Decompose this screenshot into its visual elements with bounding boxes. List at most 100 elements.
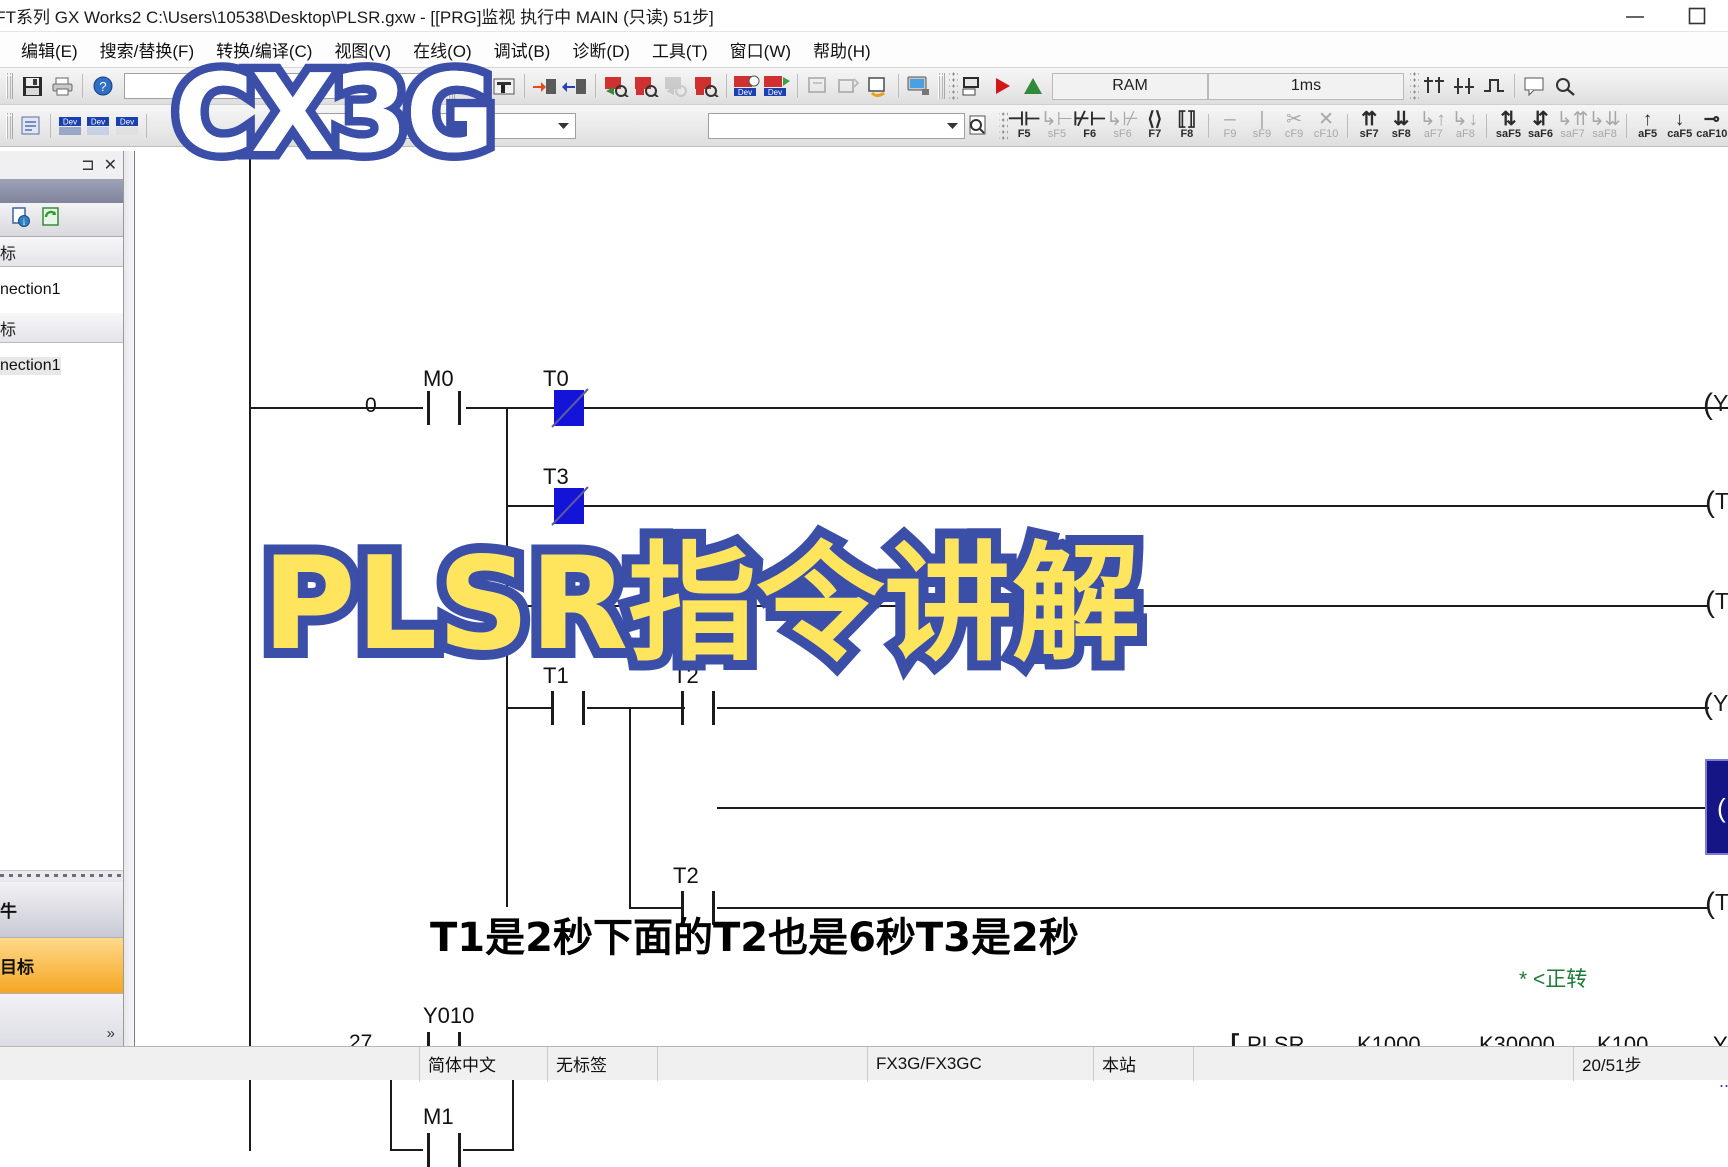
contact-t1[interactable]: [545, 691, 591, 725]
fkey-contact-nc[interactable]: ⊬⊢ F6: [1073, 106, 1106, 146]
device-find-combo[interactable]: [291, 112, 576, 139]
stop-icon[interactable]: [1018, 72, 1048, 101]
contact-t0-no[interactable]: [545, 589, 591, 623]
edit-rung-icon[interactable]: [1419, 72, 1449, 101]
write-to-plc-icon[interactable]: >: [459, 72, 489, 101]
fkey-hline[interactable]: — F9: [1214, 106, 1246, 146]
coil-t2-selected[interactable]: K60 T2 ( ) 0: [1705, 759, 1728, 855]
download-to-plc-icon[interactable]: [530, 72, 560, 101]
ladder-canvas[interactable]: 0 M0 T0 (Y010 ) T3: [134, 151, 1728, 1167]
fkey-vline[interactable]: | sF9: [1246, 106, 1278, 146]
comment-edit-icon[interactable]: [1520, 72, 1550, 101]
fkey-delete-hline[interactable]: ✂ cF9: [1278, 106, 1310, 146]
toolbar-grip-2[interactable]: [448, 73, 455, 99]
chevron-down-icon-2[interactable]: [945, 118, 960, 133]
device-comment-icon-2[interactable]: Dev: [84, 111, 112, 140]
help-icon[interactable]: ?: [88, 72, 118, 101]
contact-t3-nc-active[interactable]: [551, 486, 589, 526]
menu-item-edit[interactable]: 编辑(E): [10, 35, 89, 64]
coil-y011[interactable]: (Y011: [1703, 690, 1728, 720]
fkey-invert-operation[interactable]: ⊸ caF10: [1696, 106, 1728, 146]
find-device-icon[interactable]: [965, 111, 993, 140]
toolbar-handle-dots-2[interactable]: [1410, 71, 1419, 101]
start-monitor-icon[interactable]: [601, 72, 631, 101]
contact-t2-b[interactable]: [675, 891, 721, 925]
navigation-splitter[interactable]: [0, 870, 123, 882]
fkey-pulse-contact-a[interactable]: ⇅ saF5: [1492, 106, 1524, 146]
navigation-bar-item-project[interactable]: 牛: [0, 882, 123, 938]
document-icon[interactable]: [17, 111, 45, 140]
menu-item-window[interactable]: 窗口(W): [719, 35, 802, 64]
fkey-contact-nc-parallel[interactable]: ↳⊬ sF6: [1106, 106, 1138, 146]
fkey-rising-pulse-parallel[interactable]: ↳↑ aF7: [1417, 106, 1449, 146]
navigation-item-connection1-selected[interactable]: nection1: [0, 343, 123, 389]
menu-item-help[interactable]: 帮助(H): [802, 35, 882, 64]
device-batch-monitor-icon[interactable]: Dev: [732, 72, 762, 101]
coil-t3[interactable]: (T3: [1705, 889, 1728, 919]
upload-from-plc-icon[interactable]: [560, 72, 590, 101]
edit-rung-icon-2[interactable]: [1449, 72, 1479, 101]
menu-item-online[interactable]: 在线(O): [402, 35, 483, 64]
pin-icon[interactable]: ⊐: [81, 155, 94, 175]
maximize-button[interactable]: [1666, 0, 1728, 32]
monitor-stop-write-icon[interactable]: [691, 72, 721, 101]
menu-item-search-replace[interactable]: 搜索/替换(F): [89, 35, 205, 64]
toolbar-grip-3[interactable]: [938, 73, 945, 99]
rising-pulse-icon[interactable]: [1479, 72, 1509, 101]
stop-monitor-icon[interactable]: [631, 72, 661, 101]
fkey-contact-no[interactable]: ⊣⊢ F5: [1008, 106, 1041, 146]
fkey-invert-up[interactable]: ↑ aF5: [1632, 106, 1664, 146]
simulator-icon[interactable]: [958, 72, 988, 101]
refresh-icon[interactable]: [40, 206, 62, 233]
scan-time-field[interactable]: 1ms: [1208, 72, 1404, 100]
toolbar-handle-dots[interactable]: [949, 71, 958, 101]
properties-icon[interactable]: i: [10, 206, 32, 233]
search-scope-combo[interactable]: [707, 112, 965, 139]
menu-item-diagnostics[interactable]: 诊断(D): [561, 35, 641, 64]
coil-y010[interactable]: (Y010: [1703, 390, 1728, 420]
contact-m0[interactable]: [421, 391, 467, 425]
coil-t0[interactable]: (T0: [1705, 488, 1728, 518]
contact-t2-a[interactable]: [675, 691, 721, 725]
toolbar-grip-4[interactable]: [6, 112, 13, 139]
coil-t1[interactable]: (T1: [1705, 588, 1728, 618]
toolbar-handle-dots-3[interactable]: [999, 110, 1008, 141]
memory-target-field[interactable]: RAM: [1052, 72, 1208, 100]
contact-m1[interactable]: [421, 1133, 467, 1167]
fkey-falling-pulse-parallel[interactable]: ↳↓ aF8: [1449, 106, 1481, 146]
ladder-block-icon[interactable]: [863, 72, 893, 101]
run-icon[interactable]: [988, 72, 1018, 101]
contact-t0-nc-active[interactable]: [551, 388, 589, 428]
fkey-contact-no-parallel[interactable]: ↳⊢ sF5: [1041, 106, 1073, 146]
fkey-pulse-contact-c[interactable]: ↳⇈ saF7: [1557, 106, 1589, 146]
fkey-instruction[interactable]: ⟦⟧ F8: [1171, 106, 1203, 146]
save-icon[interactable]: [17, 72, 47, 101]
zoom-icon[interactable]: [1550, 72, 1580, 101]
close-icon[interactable]: ✕: [104, 155, 117, 175]
fkey-coil[interactable]: ⟨⟩ F7: [1139, 106, 1171, 146]
navigation-item-connection1[interactable]: nection1: [0, 267, 123, 313]
remote-operation-icon[interactable]: [904, 72, 934, 101]
menu-item-view[interactable]: 视图(V): [323, 35, 402, 64]
minimize-button[interactable]: [1604, 0, 1666, 32]
menu-item-debug[interactable]: 调试(B): [483, 35, 562, 64]
menu-item-convert-compile[interactable]: 转换/编译(C): [205, 35, 323, 64]
fkey-delete-vline[interactable]: ✕ cF10: [1310, 106, 1342, 146]
menu-item-tools[interactable]: 工具(T): [641, 35, 719, 64]
fkey-falling-pulse[interactable]: ⇊ sF8: [1385, 106, 1417, 146]
toolbar-grip[interactable]: [6, 73, 13, 99]
print-icon[interactable]: [47, 72, 77, 101]
navigation-bar-item-connection-target[interactable]: 目标: [0, 938, 123, 994]
fkey-rising-pulse[interactable]: ⇈ sF7: [1353, 106, 1385, 146]
navigation-more-button[interactable]: »: [0, 994, 123, 1046]
navigation-tab-strip[interactable]: [0, 179, 123, 203]
read-from-plc-icon[interactable]: [489, 72, 519, 101]
device-comment-icon[interactable]: Dev: [56, 111, 84, 140]
device-entry-monitor-icon[interactable]: Dev: [762, 72, 792, 101]
fkey-pulse-contact-d[interactable]: ↳⇊ saF8: [1589, 106, 1621, 146]
program-combo[interactable]: [124, 73, 444, 99]
fkey-invert-down[interactable]: ↓ caF5: [1664, 106, 1696, 146]
device-comment-icon-3[interactable]: Dev: [113, 111, 141, 140]
fkey-pulse-contact-b[interactable]: ⇵ saF6: [1524, 106, 1556, 146]
chevron-down-icon[interactable]: [556, 118, 571, 133]
